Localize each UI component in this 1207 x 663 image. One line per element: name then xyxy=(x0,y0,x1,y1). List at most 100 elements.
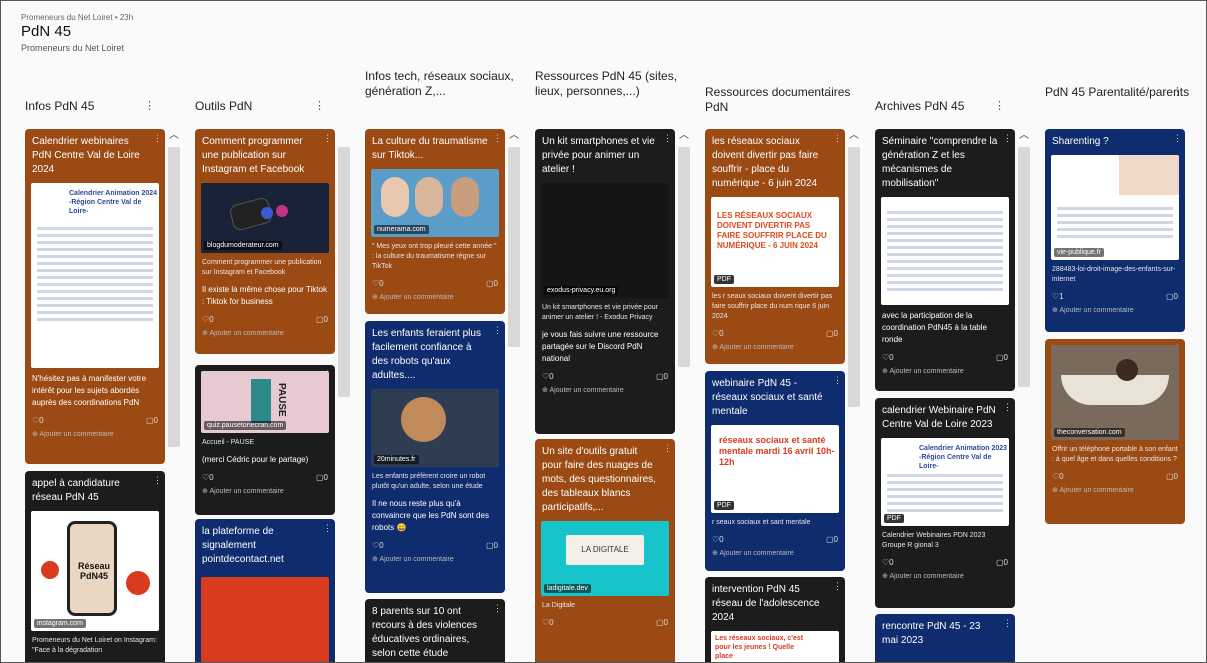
scroll-thumb[interactable] xyxy=(168,147,180,447)
like-icon[interactable]: ♡0 xyxy=(1052,472,1064,481)
post-menu-icon[interactable]: ⋮ xyxy=(153,133,162,144)
post-image[interactable] xyxy=(201,577,329,662)
post-menu-icon[interactable]: ⋮ xyxy=(833,581,842,592)
column-menu-icon[interactable]: ⋮ xyxy=(144,99,155,112)
chevron-up-icon[interactable]: ︿ xyxy=(847,129,861,143)
document-preview[interactable] xyxy=(881,197,1009,305)
scroll-thumb[interactable] xyxy=(338,147,350,397)
scroll-thumb[interactable] xyxy=(848,147,860,407)
comment-count-icon[interactable]: ▢0 xyxy=(486,279,498,288)
like-icon[interactable]: ♡0 xyxy=(882,353,894,362)
add-comment-button[interactable]: ⊕ Ajouter un commentaire xyxy=(365,290,505,307)
post-menu-icon[interactable]: ⋮ xyxy=(153,475,162,486)
comment-count-icon[interactable]: ▢0 xyxy=(996,558,1008,567)
post-card[interactable]: ⋮ Calendrier webinaires PdN Centre Val d… xyxy=(25,129,165,464)
comment-count-icon[interactable]: ▢0 xyxy=(1166,472,1178,481)
post-card[interactable]: ⋮ Un site d'outils gratuit pour faire de… xyxy=(535,439,675,662)
post-card[interactable]: ⋮ 8 parents sur 10 ont recours à des vio… xyxy=(365,599,505,662)
post-card[interactable]: ⋮ appel à candidature réseau PdN 45 Rése… xyxy=(25,471,165,662)
post-image[interactable]: numerama.com xyxy=(371,169,499,237)
post-card[interactable]: ⋮ calendrier Webinaire PdN Centre Val de… xyxy=(875,398,1015,608)
post-menu-icon[interactable]: ⋮ xyxy=(833,133,842,144)
scroll-thumb[interactable] xyxy=(1018,147,1030,387)
post-card[interactable]: ⋮ rencontre PdN 45 - 23 mai 2023 xyxy=(875,614,1015,662)
post-image[interactable]: Réseau PdN45 instagram.com xyxy=(31,511,159,631)
column-scrollbar[interactable]: ︿ xyxy=(505,129,523,662)
comment-count-icon[interactable]: ▢0 xyxy=(656,618,668,627)
post-menu-icon[interactable]: ⋮ xyxy=(663,443,672,454)
add-comment-button[interactable]: ⊕ Ajouter un commentaire xyxy=(1045,483,1185,500)
post-menu-icon[interactable]: ⋮ xyxy=(663,133,672,144)
comment-count-icon[interactable]: ▢0 xyxy=(486,541,498,550)
comment-count-icon[interactable]: ▢0 xyxy=(316,473,328,482)
like-icon[interactable]: ♡0 xyxy=(202,315,214,324)
column-menu-icon[interactable]: ⋮ xyxy=(824,85,835,98)
comment-count-icon[interactable]: ▢0 xyxy=(826,535,838,544)
scroll-thumb[interactable] xyxy=(508,147,520,347)
document-preview[interactable]: LES RÉSEAUX SOCIAUX DOIVENT DIVERTIR PAS… xyxy=(711,197,839,287)
post-menu-icon[interactable]: ⋮ xyxy=(1003,133,1012,144)
post-card[interactable]: ⋮ Les enfants feraient plus facilement c… xyxy=(365,321,505,593)
comment-count-icon[interactable]: ▢0 xyxy=(656,372,668,381)
post-image[interactable]: 20minutes.fr xyxy=(371,389,499,467)
post-menu-icon[interactable]: ⋮ xyxy=(833,375,842,386)
add-comment-button[interactable]: ⊕ Ajouter un commentaire xyxy=(365,552,505,569)
post-menu-icon[interactable]: ⋮ xyxy=(493,325,502,336)
add-comment-button[interactable]: ⊕ Ajouter un commentaire xyxy=(1045,303,1185,320)
add-comment-button[interactable]: ⊕ Ajouter un commentaire xyxy=(705,340,845,357)
column-scrollbar[interactable]: ︿ xyxy=(165,129,183,662)
column-scrollbar[interactable]: ︿ xyxy=(675,129,693,662)
comment-count-icon[interactable]: ▢0 xyxy=(316,315,328,324)
add-comment-button[interactable]: ⊕ Ajouter un commentaire xyxy=(195,484,335,501)
like-icon[interactable]: ♡0 xyxy=(542,618,554,627)
post-card[interactable]: ⋮ Séminaire "comprendre la génération Z … xyxy=(875,129,1015,391)
column-menu-icon[interactable]: ⋮ xyxy=(654,69,665,82)
post-menu-icon[interactable]: ⋮ xyxy=(1173,133,1182,144)
post-menu-icon[interactable]: ⋮ xyxy=(1003,402,1012,413)
add-comment-button[interactable]: ⊕ Ajouter un commentaire xyxy=(875,364,1015,381)
like-icon[interactable]: ♡0 xyxy=(372,279,384,288)
column-menu-icon[interactable]: ⋮ xyxy=(994,99,1005,112)
chevron-up-icon[interactable]: ︿ xyxy=(1017,129,1031,143)
column-scrollbar[interactable]: ︿ xyxy=(1015,129,1033,662)
post-card[interactable]: ⋮ les réseaux sociaux doivent divertir p… xyxy=(705,129,845,364)
post-menu-icon[interactable]: ⋮ xyxy=(323,133,332,144)
chevron-up-icon[interactable]: ︿ xyxy=(507,129,521,143)
post-image[interactable]: blogdumoderateur.com xyxy=(201,183,329,253)
column-scrollbar[interactable] xyxy=(335,129,353,662)
post-card[interactable]: ⋮ PAUSE quiz.pausetonecran.com Accueil -… xyxy=(195,365,335,515)
add-comment-button[interactable]: ⊕ Ajouter un commentaire xyxy=(25,427,165,444)
post-image[interactable]: vie-publique.fr xyxy=(1051,155,1179,260)
column-menu-icon[interactable]: ⋮ xyxy=(484,69,495,82)
comment-count-icon[interactable]: ▢0 xyxy=(1166,292,1178,301)
comment-count-icon[interactable]: ▢0 xyxy=(826,329,838,338)
post-image[interactable]: LA DIGITALE ladigitale.dev xyxy=(541,521,669,596)
add-comment-button[interactable]: ⊕ Ajouter un commentaire xyxy=(195,326,335,343)
post-card[interactable]: ⋮ webinaire PdN 45 - réseaux sociaux et … xyxy=(705,371,845,571)
add-comment-button[interactable]: ⊕ Ajouter un commentaire xyxy=(875,569,1015,586)
post-card[interactable]: ⋮ Un kit smartphones et vie privée pour … xyxy=(535,129,675,434)
post-image[interactable]: PAUSE quiz.pausetonecran.com xyxy=(201,371,329,433)
post-image[interactable]: theconversation.com xyxy=(1051,345,1179,440)
chevron-up-icon[interactable]: ︿ xyxy=(167,129,181,143)
post-menu-icon[interactable]: ⋮ xyxy=(493,133,502,144)
post-card[interactable]: ⋮ intervention PdN 45 réseau de l'adoles… xyxy=(705,577,845,662)
chevron-up-icon[interactable]: ︿ xyxy=(677,129,691,143)
like-icon[interactable]: ♡0 xyxy=(202,473,214,482)
post-card[interactable]: ⋮ Comment programmer une publication sur… xyxy=(195,129,335,354)
column-scrollbar[interactable]: ︿ xyxy=(845,129,863,662)
column-menu-icon[interactable]: ⋮ xyxy=(314,99,325,112)
post-menu-icon[interactable]: ⋮ xyxy=(323,523,332,534)
like-icon[interactable]: ♡1 xyxy=(1052,292,1064,301)
post-image[interactable]: Les réseaux sociaux, c'est pour les jeun… xyxy=(711,631,839,662)
comment-count-icon[interactable]: ▢0 xyxy=(146,416,158,425)
comment-count-icon[interactable]: ▢0 xyxy=(996,353,1008,362)
like-icon[interactable]: ♡0 xyxy=(542,372,554,381)
post-menu-icon[interactable]: ⋮ xyxy=(493,603,502,614)
column-menu-icon[interactable]: ⋮ xyxy=(1172,85,1183,98)
post-card[interactable]: ⋮ Sharenting ? vie-publique.fr 288483-lo… xyxy=(1045,129,1185,332)
post-image[interactable]: exodus-privacy.eu.org xyxy=(541,183,669,298)
document-preview[interactable]: réseaux sociaux et santé mentale mardi 1… xyxy=(711,425,839,513)
add-comment-button[interactable]: ⊕ Ajouter un commentaire xyxy=(535,383,675,400)
like-icon[interactable]: ♡0 xyxy=(32,416,44,425)
